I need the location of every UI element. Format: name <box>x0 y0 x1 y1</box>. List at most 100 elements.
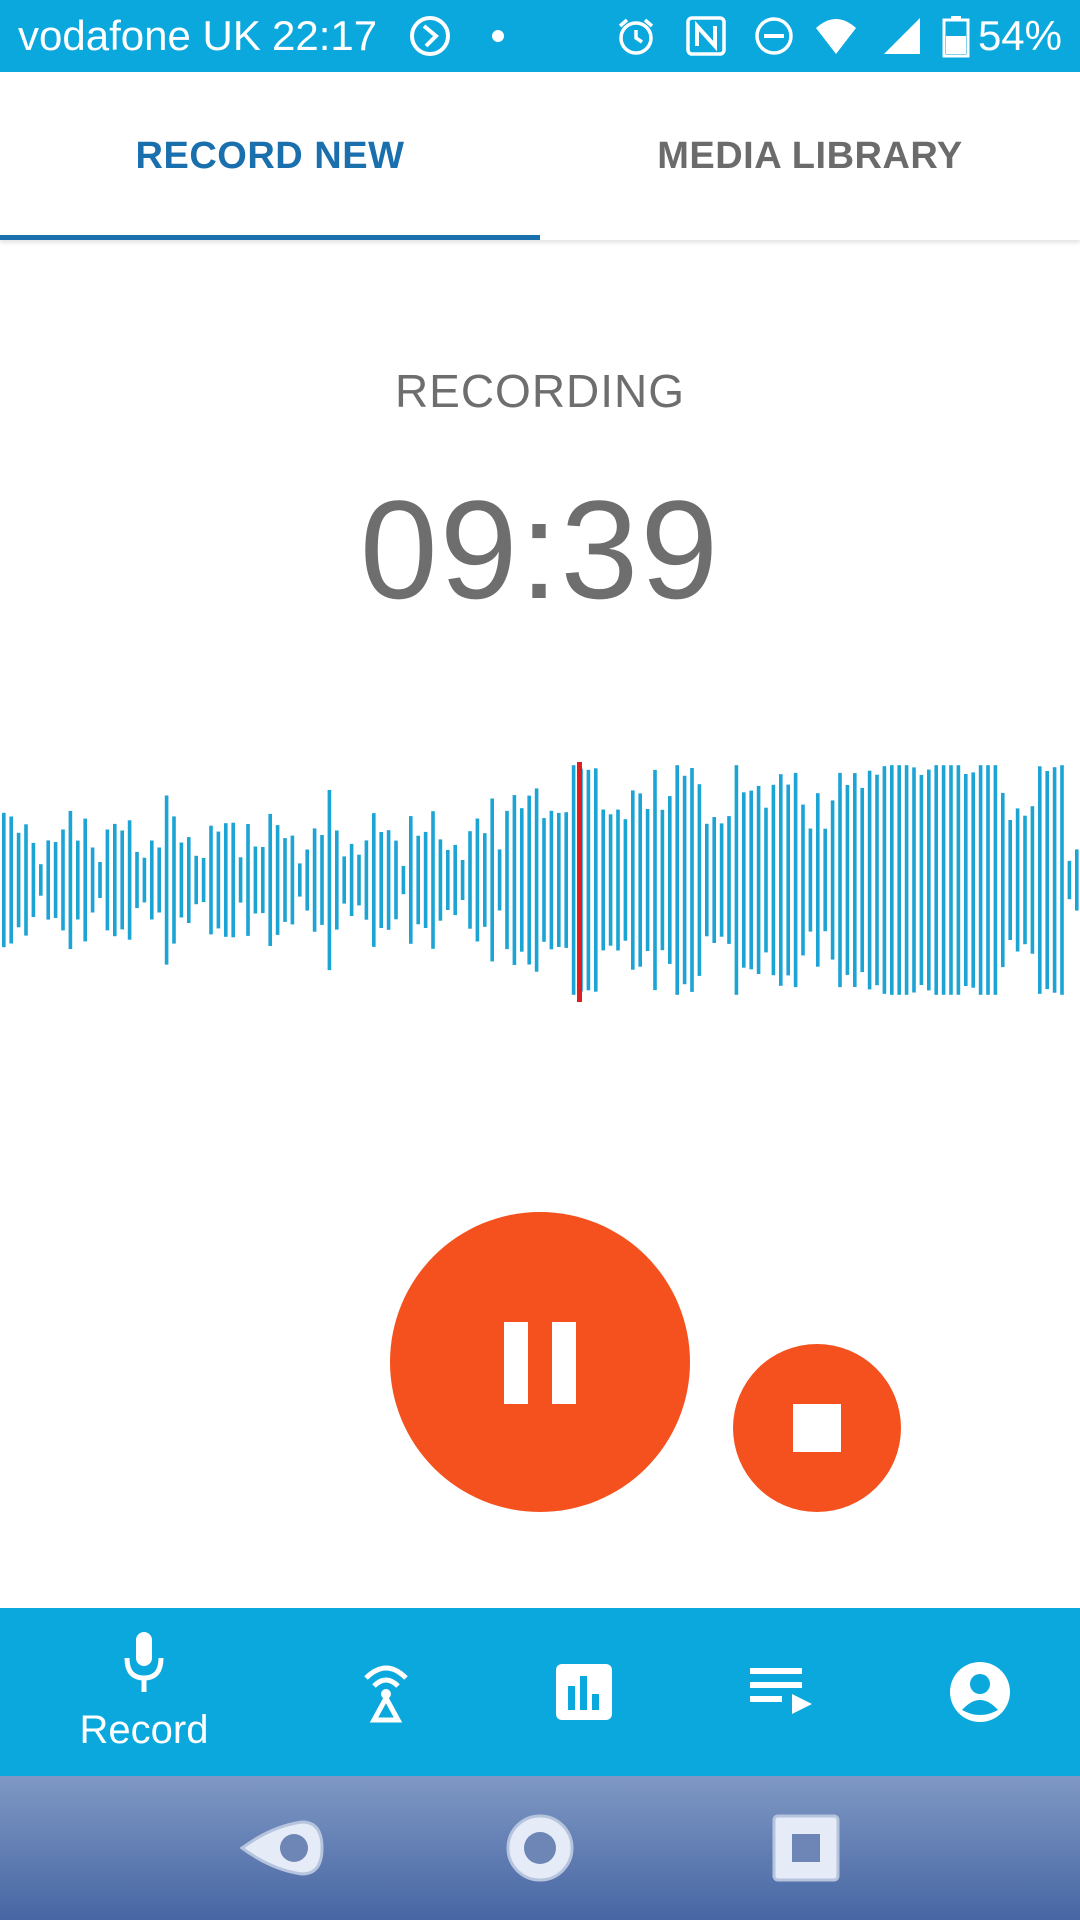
stop-icon <box>793 1404 841 1452</box>
recents-icon[interactable] <box>756 1798 856 1898</box>
waveform-bar <box>179 842 184 918</box>
waveform-bar <box>771 784 776 976</box>
waveform-bar <box>2 812 6 948</box>
nav-stats[interactable] <box>494 1608 674 1776</box>
waveform-bar <box>246 824 250 936</box>
account-icon <box>950 1662 1010 1722</box>
waveform-bar <box>853 773 857 987</box>
waveform-bar <box>586 769 591 991</box>
waveform-bar <box>305 849 309 911</box>
waveform-bar <box>61 829 65 931</box>
signal-icon <box>884 18 920 54</box>
waveform-bar <box>268 813 272 946</box>
waveform-bar <box>172 816 176 944</box>
waveform-bar <box>934 765 938 995</box>
waveform-bar <box>39 864 43 896</box>
pause-button[interactable] <box>390 1212 690 1512</box>
waveform-bar <box>786 784 790 976</box>
waveform-bar <box>1052 767 1057 993</box>
home-icon[interactable] <box>490 1798 590 1898</box>
waveform-bar <box>690 768 694 992</box>
waveform-bar <box>793 772 798 988</box>
waveform-bar <box>312 828 317 932</box>
tab-bar: RECORD NEW MEDIA LIBRARY <box>0 72 1080 240</box>
waveform-bar <box>1015 808 1020 952</box>
waveform-bar <box>386 830 391 930</box>
do-not-disturb-icon <box>755 17 793 55</box>
waveform-bar <box>24 824 28 936</box>
waveform-bar <box>431 811 435 949</box>
waveform-bar <box>1060 765 1064 995</box>
recording-timer: 09:39 <box>359 471 721 628</box>
waveform-bar <box>756 785 761 974</box>
waveform-bar <box>1038 766 1042 994</box>
pause-icon-left-bar <box>504 1322 528 1404</box>
alarm-icon <box>618 18 654 55</box>
waveform-bar <box>142 857 147 903</box>
status-time: 22:17 <box>272 12 378 59</box>
waveform-bar <box>882 766 887 994</box>
nfc-icon <box>686 16 726 56</box>
waveform-bar <box>897 765 901 995</box>
waveform-bar <box>601 809 605 951</box>
status-bar: vodafone UK 22:17 54% <box>0 0 1080 72</box>
back-icon[interactable] <box>232 1798 332 1898</box>
waveform-bar <box>823 828 827 932</box>
tab-record-new[interactable]: RECORD NEW <box>0 72 540 240</box>
pause-icon-right-bar <box>552 1322 576 1404</box>
waveform-bar <box>216 831 221 929</box>
waveform-bar <box>705 823 709 937</box>
waveform-bar <box>971 772 975 988</box>
waveform-bar <box>727 816 731 944</box>
waveform-bar <box>468 831 472 929</box>
stop-button[interactable] <box>733 1344 901 1512</box>
waveform-bar <box>742 792 746 968</box>
waveform-bar <box>779 774 783 986</box>
waveform-bar <box>941 765 946 995</box>
waveform-bar <box>527 795 531 965</box>
waveform-bar <box>438 839 443 921</box>
nav-record[interactable]: Record <box>54 1608 234 1776</box>
playhead-marker <box>577 762 582 1002</box>
waveform-bar <box>490 798 494 962</box>
waveform-bar <box>453 844 457 916</box>
broadcast-icon <box>364 1665 408 1723</box>
waveform-bar <box>98 862 102 898</box>
nav-broadcast[interactable] <box>296 1608 476 1776</box>
waveform-bar <box>120 830 124 930</box>
waveform-bar <box>904 765 909 995</box>
waveform-bar <box>749 790 753 970</box>
waveform-bar <box>224 823 228 937</box>
waveform-bar <box>608 814 613 946</box>
waveform-bar <box>653 769 657 991</box>
waveform <box>2 762 1079 1002</box>
nav-account[interactable] <box>890 1608 1070 1776</box>
waveform-bar <box>357 854 361 906</box>
waveform-bar <box>53 842 58 918</box>
waveform-bar <box>890 765 894 995</box>
waveform-bar <box>83 818 87 942</box>
waveform-bar <box>542 818 546 942</box>
waveform-bar <box>187 837 191 923</box>
waveform-bar <box>1001 792 1005 968</box>
waveform-bar <box>875 774 879 986</box>
waveform-bar <box>505 810 509 950</box>
waveform-bar <box>949 765 953 995</box>
tab-media-library[interactable]: MEDIA LIBRARY <box>540 72 1080 240</box>
waveform-bar <box>460 860 465 900</box>
waveform-bar <box>231 822 235 938</box>
waveform-bar <box>290 835 295 925</box>
waveform-bar <box>127 820 132 940</box>
waveform-bar <box>409 816 413 944</box>
waveform-bar <box>9 816 13 944</box>
waveform-bar <box>616 809 620 951</box>
waveform-bar <box>423 831 428 928</box>
waveform-bar <box>31 842 36 917</box>
waveform-bar <box>327 790 332 971</box>
nav-playlist[interactable] <box>692 1608 872 1776</box>
waveform-bar <box>860 787 864 973</box>
waveform-bar <box>549 810 554 950</box>
waveform-bar <box>993 765 998 995</box>
waveform-bar <box>564 812 568 948</box>
waveform-bar <box>76 840 80 920</box>
